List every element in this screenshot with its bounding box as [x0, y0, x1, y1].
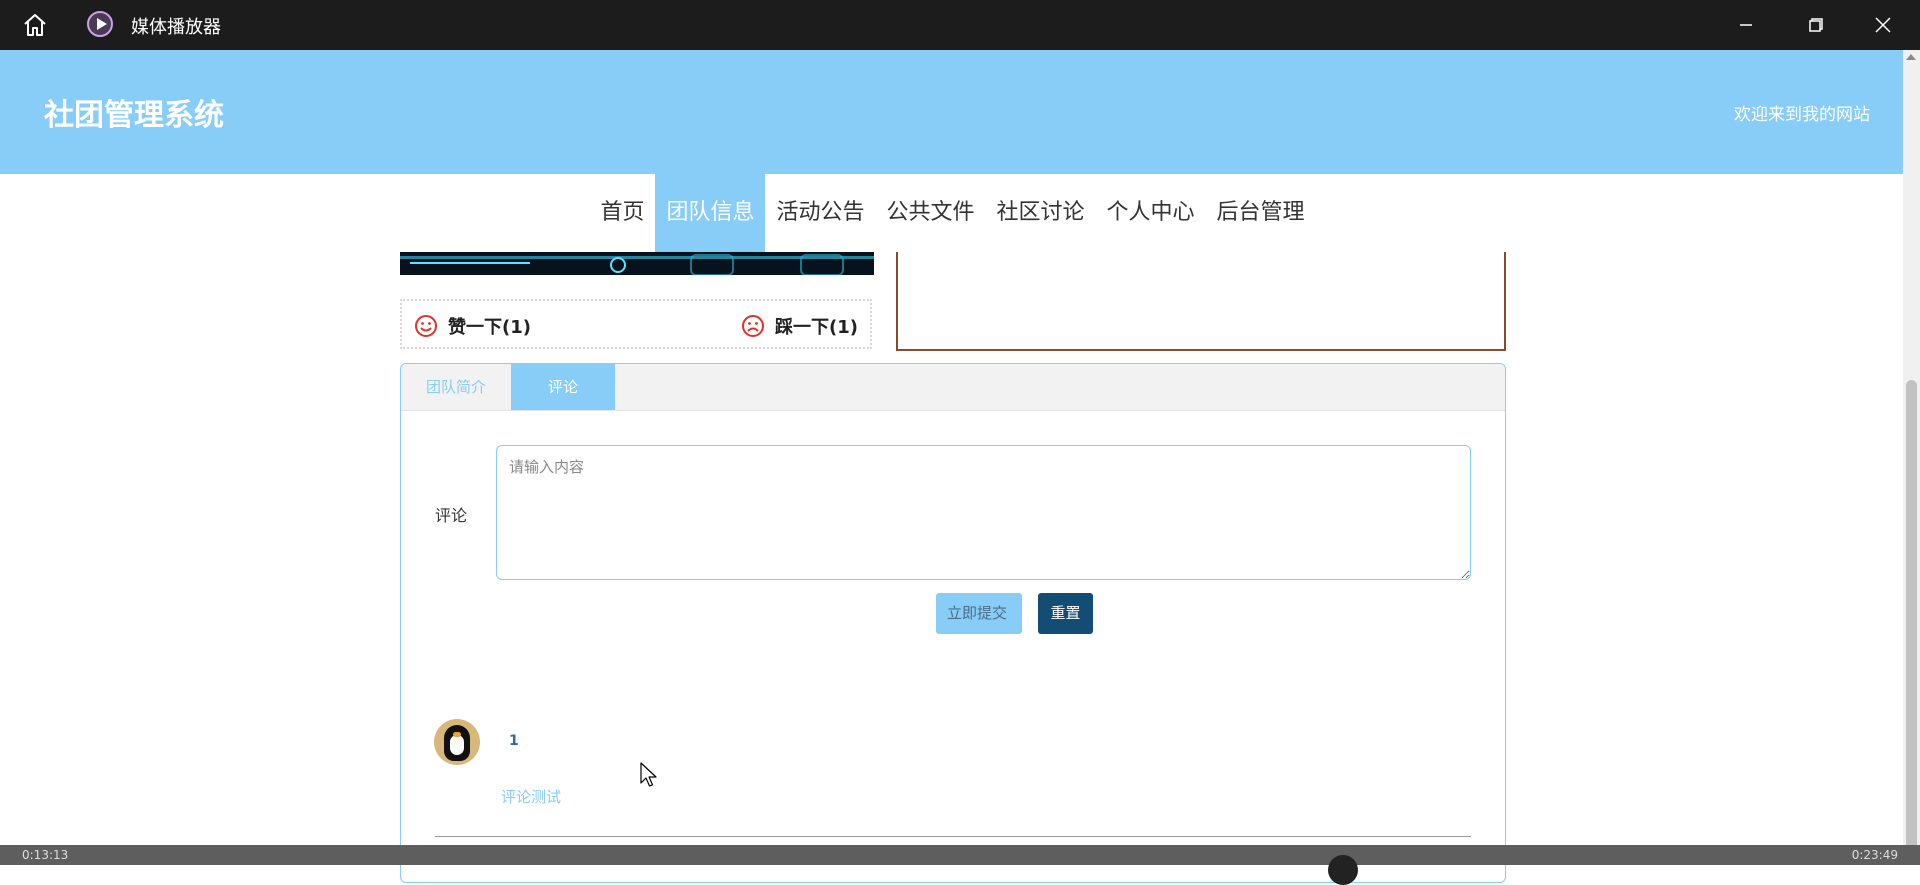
reset-button[interactable]: 重置 [1038, 593, 1093, 634]
team-detail-box [896, 252, 1506, 351]
vote-box: 赞一下(1) 踩一下(1) [400, 299, 872, 349]
banner-decoration [800, 254, 844, 275]
banner-decoration [410, 262, 530, 264]
comment-label: 评论 [435, 506, 468, 525]
nav-item-team-info[interactable]: 团队信息 [655, 174, 766, 252]
tab-comments[interactable]: 评论 [511, 364, 615, 410]
like-label: 赞一下(1) [448, 317, 531, 338]
team-tab-panel: 团队简介 评论 评论 立即提交 重置 1 评论测试 [400, 363, 1506, 883]
team-banner-image [400, 252, 874, 275]
submit-button[interactable]: 立即提交 [936, 593, 1022, 634]
nav-item-personal-center[interactable]: 个人中心 [1096, 174, 1206, 252]
main-nav: 首页 团队信息 活动公告 公共文件 社区讨论 个人中心 后台管理 [0, 174, 1903, 252]
comment-username[interactable]: 1 [509, 733, 519, 749]
penguin-avatar-belly [450, 735, 464, 755]
total-time: 0:23:49 [1851, 848, 1898, 862]
nav-item-home[interactable]: 首页 [589, 174, 655, 252]
welcome-text: 欢迎来到我的网站 [1734, 105, 1870, 125]
dislike-button[interactable]: 踩一下(1) [741, 313, 858, 339]
mouse-cursor-icon [640, 762, 657, 787]
media-player-icon [87, 11, 113, 37]
penguin-avatar-beak [453, 732, 461, 737]
seek-handle[interactable] [1328, 855, 1358, 885]
comment-textarea[interactable] [496, 445, 1471, 580]
banner-decoration [690, 254, 734, 275]
elapsed-time: 0:13:13 [22, 848, 69, 862]
site-title[interactable]: 社团管理系统 [44, 90, 224, 134]
minimize-icon[interactable] [1731, 10, 1761, 40]
player-control-bar: 0:13:13 0:23:49 [0, 845, 1920, 885]
avatar [434, 719, 480, 765]
window-title: 媒体播放器 [131, 17, 221, 38]
scrollbar-thumb[interactable] [1906, 380, 1917, 850]
comment-divider [435, 836, 1471, 837]
nav-item-community[interactable]: 社区讨论 [986, 174, 1096, 252]
dislike-label: 踩一下(1) [775, 317, 858, 338]
scroll-up-arrow-icon[interactable] [1906, 54, 1916, 60]
nav-item-admin[interactable]: 后台管理 [1206, 174, 1316, 252]
restore-icon[interactable] [1800, 10, 1830, 40]
home-icon[interactable] [22, 12, 48, 38]
site-header: 社团管理系统 欢迎来到我的网站 [0, 50, 1903, 174]
comment-text: 评论测试 [501, 788, 562, 806]
tab-team-intro[interactable]: 团队简介 [401, 364, 511, 410]
nav-item-announcements[interactable]: 活动公告 [765, 174, 875, 252]
close-icon[interactable] [1868, 10, 1898, 40]
nav-item-public-files[interactable]: 公共文件 [875, 174, 985, 252]
smile-face-icon [415, 315, 437, 337]
tab-bar: 团队简介 评论 [401, 364, 1505, 411]
window-titlebar: 媒体播放器 [0, 0, 1920, 50]
banner-decoration [610, 257, 626, 273]
sad-face-icon [742, 315, 765, 337]
like-button[interactable]: 赞一下(1) [414, 313, 531, 339]
